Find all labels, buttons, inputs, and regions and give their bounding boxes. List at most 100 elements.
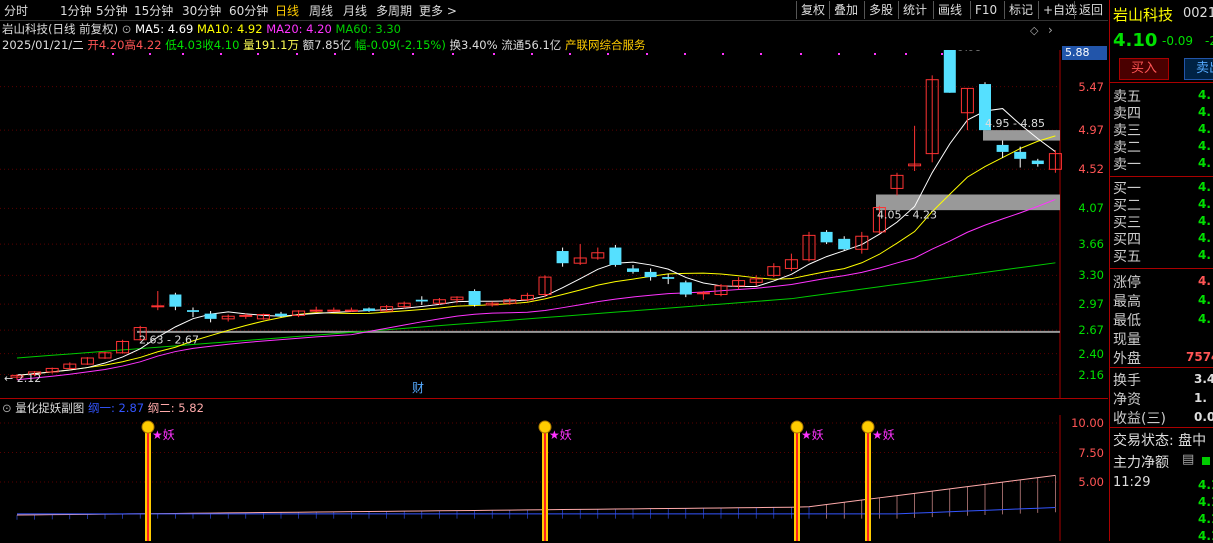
- candle-body: [679, 282, 692, 295]
- sell-button[interactable]: 卖出: [1184, 58, 1213, 80]
- toolbar-button[interactable]: 返回: [1074, 1, 1107, 19]
- candle-body: [415, 299, 428, 302]
- price-axis-label: 2.97: [1078, 297, 1104, 312]
- candle-body: [943, 50, 956, 93]
- price-change: -0.09: [1162, 34, 1194, 48]
- signal-pillar-core: [544, 429, 546, 541]
- signal-dot: [760, 53, 762, 55]
- sub-axis-label: 7.50: [1078, 445, 1104, 460]
- main-flow-label: 主力净额: [1113, 455, 1169, 471]
- stat-value: 4.: [1198, 293, 1211, 307]
- toolbar-button[interactable]: F10: [970, 1, 1001, 19]
- diamond-icon[interactable]: ◇: [1030, 24, 1038, 37]
- candle-body: [275, 313, 287, 317]
- ask-row-value: 4.: [1198, 88, 1211, 102]
- candle-body: [662, 277, 675, 279]
- bid-row-value: 4.: [1198, 248, 1211, 262]
- sub-indicator-chart[interactable]: ★妖 ★妖 ★妖 ★妖: [0, 415, 1108, 541]
- orderbook-divider: [1110, 176, 1213, 177]
- period-tab[interactable]: 月线: [343, 2, 367, 19]
- ma10-label: MA10: 4.92: [197, 22, 263, 36]
- signal-dot: [607, 53, 609, 55]
- signal-dot: [800, 53, 802, 55]
- toolbar-button[interactable]: 叠加: [829, 1, 862, 19]
- period-tab[interactable]: 分时: [4, 2, 28, 19]
- signal-dot: [412, 53, 414, 55]
- candlestick-chart[interactable]: - 5.93 ← 2.12 2.63 - 2.67 4.05 - 4.23 4.95 -…: [0, 50, 1108, 398]
- signal-dot: [531, 53, 533, 55]
- stat2-label: 净资: [1113, 392, 1141, 408]
- toolbar-button[interactable]: 复权: [796, 1, 829, 19]
- signal-dot: [874, 53, 876, 55]
- candle-body: [644, 271, 657, 278]
- bid-row-value: 4.: [1198, 197, 1211, 211]
- sub-chart-header: ⊙ 量化捉妖副图 纲一: 2.87 纲二: 5.82: [2, 400, 204, 416]
- period-tab[interactable]: 多周期: [376, 2, 412, 19]
- chart-divider: [0, 398, 1108, 399]
- chevron-right-icon[interactable]: ›: [1048, 23, 1053, 37]
- signal-dot: [838, 53, 840, 55]
- stock-name: 岩山科技: [1113, 6, 1174, 24]
- price-axis-label: 3.30: [1078, 268, 1104, 283]
- period-tab[interactable]: 60分钟: [229, 2, 268, 19]
- signal-dot: [182, 53, 184, 55]
- buy-button[interactable]: 买入: [1119, 58, 1169, 80]
- stat-value: 4.: [1198, 274, 1211, 288]
- finance-marker: 财: [412, 381, 424, 395]
- band-mid-label: 4.05 - 4.23: [877, 209, 937, 222]
- low-label: ← 2.12: [4, 372, 41, 385]
- stats2-divider: [1110, 367, 1213, 368]
- price-pct: -2: [1205, 34, 1213, 48]
- ask-row-value: 4.: [1198, 122, 1211, 136]
- current-price: 4.10: [1113, 30, 1158, 51]
- signal-dot: [493, 53, 495, 55]
- stat2-value: 1.: [1194, 391, 1207, 405]
- ma5-label: MA5: 4.69: [135, 22, 194, 36]
- ask-row-value: 4.: [1198, 105, 1211, 119]
- signal-dot: [296, 53, 298, 55]
- signal-dot: [257, 53, 259, 55]
- signal-label: ★妖: [549, 428, 572, 442]
- stat-value: 4.: [1198, 312, 1211, 326]
- band-high-label: 4.95 - 4.85: [985, 117, 1045, 130]
- bid-row-value: 4.: [1198, 214, 1211, 228]
- period-tab[interactable]: 周线: [309, 2, 333, 19]
- signal-dot: [684, 53, 686, 55]
- quote-panel: 岩山科技 0021 4.10 -0.09 -2 买入 卖出 卖五4.卖四4.卖三…: [1109, 0, 1213, 543]
- period-tab[interactable]: 15分钟: [134, 2, 173, 19]
- candle-body: [327, 309, 341, 312]
- period-tab[interactable]: 5分钟: [96, 2, 128, 19]
- line2-label: 纲二: 5.82: [147, 401, 204, 415]
- line1-label: 纲一: 2.87: [87, 401, 145, 415]
- stats-divider: [1110, 268, 1213, 269]
- ma20-line: [16, 198, 1056, 381]
- panel-divider: [1110, 82, 1213, 83]
- toolbar-button[interactable]: 多股: [864, 1, 897, 19]
- stat-value: 75740: [1186, 350, 1213, 364]
- list-icon[interactable]: ▤: [1182, 452, 1194, 467]
- stat2-label: 收益(三): [1113, 411, 1166, 427]
- stat-label: 涨停: [1113, 275, 1141, 291]
- sub-axis-label: 10.00: [1071, 416, 1104, 430]
- toolbar-button[interactable]: 标记: [1004, 1, 1037, 19]
- toolbar-button[interactable]: 统计: [898, 1, 931, 19]
- resistance-band: [983, 130, 1060, 141]
- candle-body: [204, 313, 217, 319]
- period-tab[interactable]: 日线: [275, 2, 299, 19]
- candle-body: [996, 144, 1009, 152]
- period-tab[interactable]: 1分钟: [60, 2, 92, 19]
- signal-dot: [220, 53, 222, 55]
- ask-row-value: 4.: [1198, 139, 1211, 153]
- settings-icon[interactable]: ⊙: [2, 401, 12, 415]
- band-low-label: 2.63 - 2.67: [139, 334, 199, 347]
- candle-body: [696, 292, 710, 295]
- candle-body: [1014, 151, 1027, 159]
- line2-series: [16, 474, 1056, 516]
- settings-icon[interactable]: ⊙: [122, 22, 132, 36]
- ma20-label: MA20: 4.20: [266, 22, 332, 36]
- signal-pillar-core: [147, 429, 149, 541]
- period-tab[interactable]: 30分钟: [182, 2, 221, 19]
- sub-axis-label: 5.00: [1078, 475, 1104, 489]
- period-tab[interactable]: 更多 >: [419, 2, 457, 19]
- toolbar-button[interactable]: 画线: [933, 1, 966, 19]
